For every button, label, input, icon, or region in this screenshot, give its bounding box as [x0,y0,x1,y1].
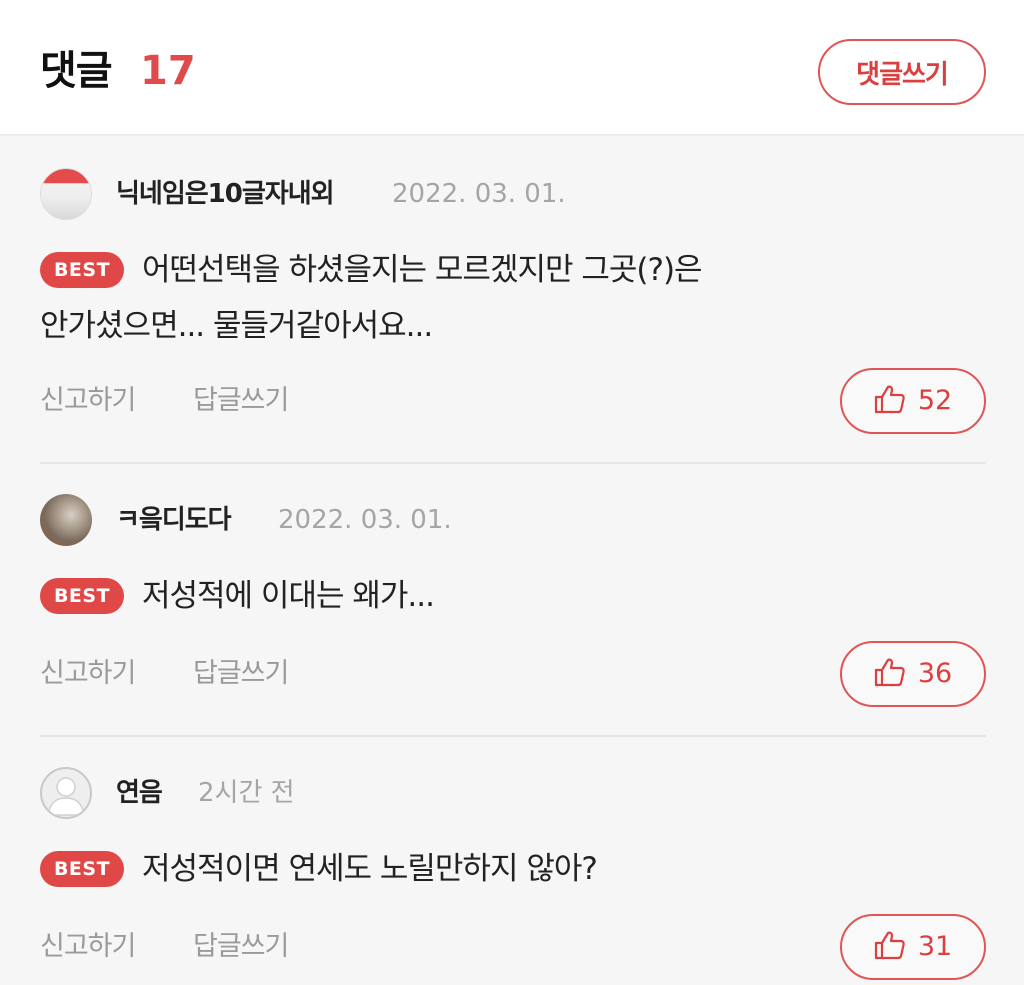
thumbs-up-icon [874,930,906,964]
comment-item: 연음 2시간 전 BEST 저성적이면 연세도 노릴만하지 않아? 신고하기 답… [40,767,986,985]
reply-button[interactable]: 답글쓰기 [193,384,289,418]
like-count: 52 [917,385,953,416]
reply-button[interactable]: 답글쓰기 [193,930,289,964]
comment-nickname[interactable]: 닉네임은10글자내외 [116,177,335,211]
like-button[interactable]: 36 [840,641,986,707]
comments-header: 댓글 17 댓글쓰기 [0,0,1024,136]
comment-date: 2022. 03. 01. [278,505,452,535]
comment-text-line: 어떤선택을 하셨을지는 모르겠지만 그곳(?)은 [142,252,703,288]
comment-divider [40,735,986,737]
like-count: 31 [917,931,953,962]
like-count: 36 [917,658,953,689]
report-button[interactable]: 신고하기 [40,657,136,691]
thumbs-up-icon [874,657,906,691]
comment-text-line: 저성적에 이대는 왜가... [142,578,435,614]
avatar[interactable] [40,767,92,819]
thumbs-up-icon [874,384,906,418]
best-badge: BEST [40,252,124,288]
report-button[interactable]: 신고하기 [40,930,136,964]
comment-item: 닉네임은10글자내외 2022. 03. 01. BEST 어떤선택을 하셨을지… [40,166,986,446]
comment-nickname[interactable]: ㅋ읔디도다 [116,503,232,537]
comment-date: 2시간 전 [198,778,295,808]
comments-title: 댓글 [40,48,113,94]
write-comment-button[interactable]: 댓글쓰기 [818,39,986,105]
best-badge: BEST [40,851,124,887]
like-button[interactable]: 31 [840,914,986,980]
like-button[interactable]: 52 [840,368,986,434]
best-badge: BEST [40,578,124,614]
comment-nickname[interactable]: 연음 [116,776,163,810]
reply-button[interactable]: 답글쓰기 [193,657,289,691]
comment-date: 2022. 03. 01. [392,179,566,209]
comment-text-line: 안가셨으면... 물들거같아서요... [40,308,433,344]
comment-item: ㅋ읔디도다 2022. 03. 01. BEST 저성적에 이대는 왜가... … [40,494,986,720]
comments-count: 17 [140,48,196,94]
avatar[interactable] [40,168,92,220]
report-button[interactable]: 신고하기 [40,384,136,418]
comment-text-line: 저성적이면 연세도 노릴만하지 않아? [142,851,598,887]
comment-divider [40,462,986,464]
default-user-icon [47,777,85,816]
avatar[interactable] [40,494,92,546]
